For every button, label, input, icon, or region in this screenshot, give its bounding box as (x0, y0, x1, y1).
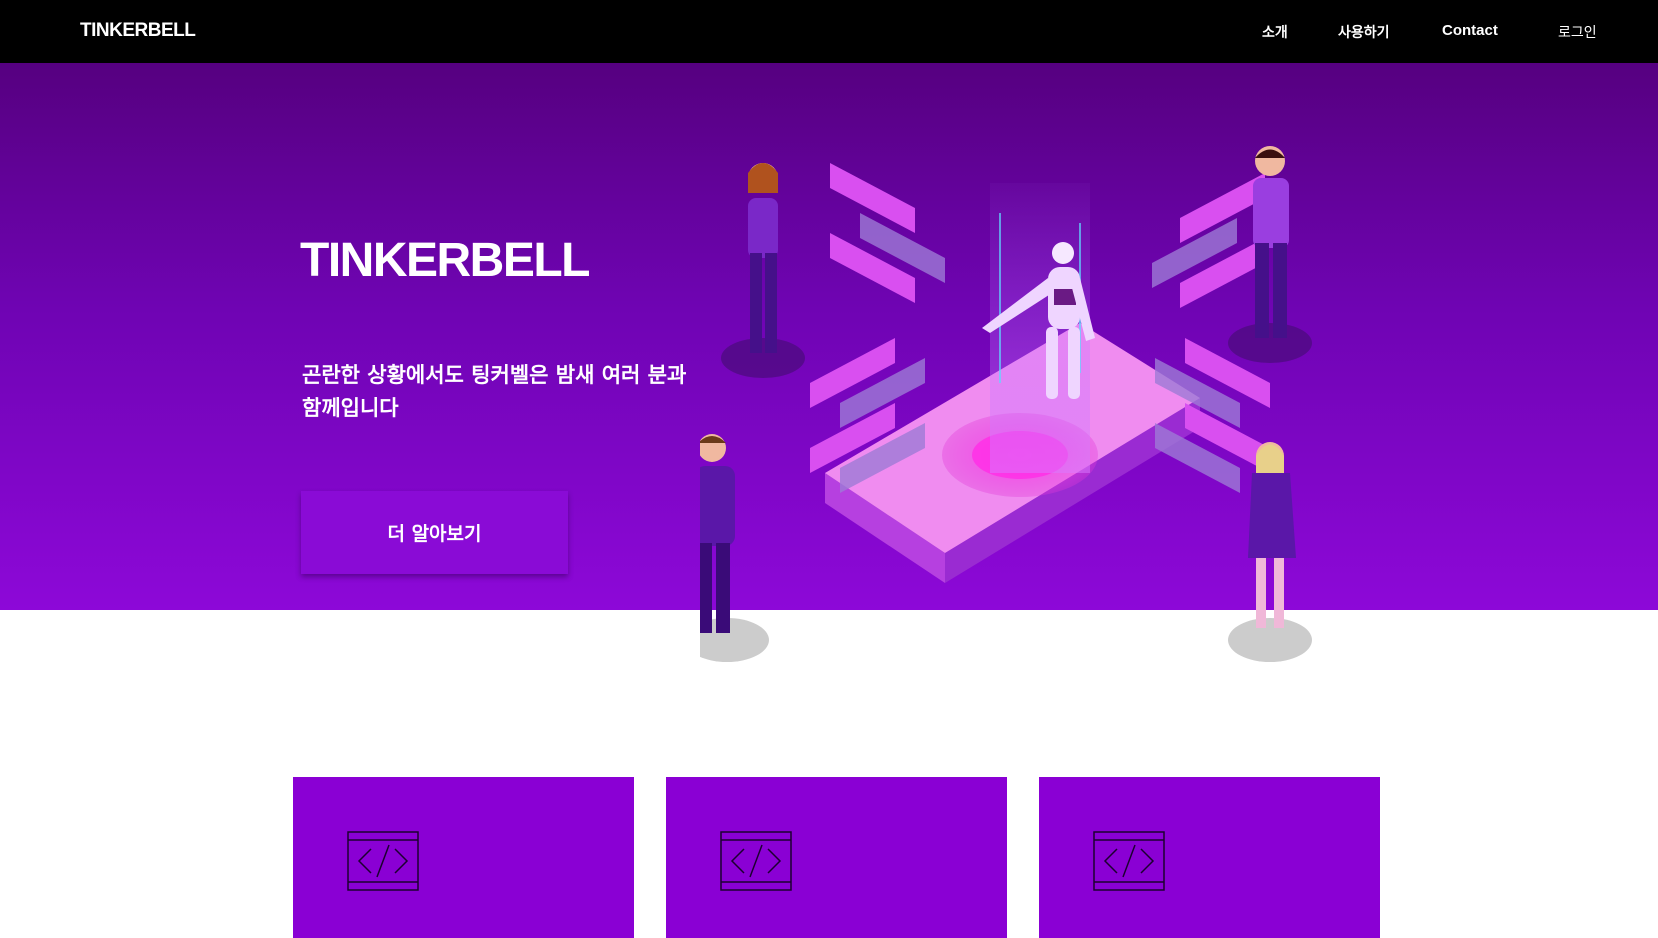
nav-link-login[interactable]: 로그인 (1558, 22, 1597, 42)
feature-card[interactable] (293, 777, 634, 938)
top-nav: TINKERBELL 소개 사용하기 Contact 로그인 (0, 0, 1658, 63)
person-bottom-left (700, 434, 769, 662)
nav-link-intro[interactable]: 소개 (1262, 22, 1288, 42)
site-logo[interactable]: TINKERBELL (80, 20, 196, 42)
nav-link-contact[interactable]: Contact (1442, 22, 1498, 39)
code-icon (720, 831, 792, 891)
person-bottom-right (1228, 442, 1312, 662)
hero-title: TINKERBELL (300, 234, 590, 287)
person-top-left (721, 163, 805, 378)
hero-illustration (700, 146, 1312, 662)
code-icon (1093, 831, 1165, 891)
feature-card[interactable] (666, 777, 1007, 938)
hero-description: 곤란한 상황에서도 팅커벨은 밤새 여러 분과 함께입니다 (302, 363, 687, 420)
code-icon (347, 831, 419, 891)
robot (982, 183, 1095, 473)
learn-more-button[interactable]: 더 알아보기 (301, 491, 568, 574)
nav-link-usage[interactable]: 사용하기 (1338, 22, 1390, 42)
feature-card[interactable] (1039, 777, 1380, 938)
